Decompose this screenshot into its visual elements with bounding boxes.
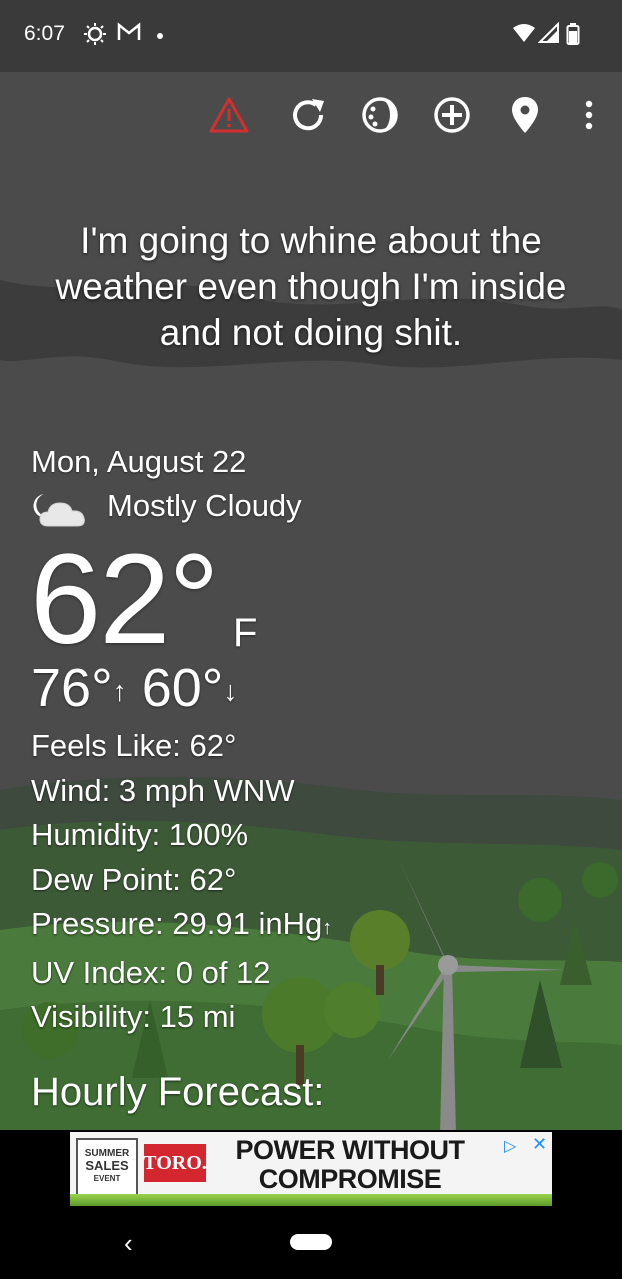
up-arrow-icon: ↑ bbox=[112, 675, 127, 707]
hourly-forecast-heading: Hourly Forecast: bbox=[31, 1070, 325, 1114]
ad-brand-logo: TORO. bbox=[143, 1144, 207, 1182]
weather-quote: I'm going to whine about the weather eve… bbox=[55, 220, 567, 353]
wind: Wind: 3 mph WNW bbox=[31, 772, 295, 808]
alert-warning-icon bbox=[209, 97, 249, 138]
high-temp: 76° bbox=[31, 658, 113, 718]
dew-point: Dew Point: 62° bbox=[31, 861, 237, 897]
current-temperature: 62° bbox=[30, 528, 220, 671]
refresh-button[interactable] bbox=[285, 94, 331, 140]
add-location-icon bbox=[432, 95, 472, 140]
low-temp: 60° bbox=[141, 658, 224, 718]
ad-close-button[interactable]: ✕ bbox=[532, 1134, 547, 1155]
dot-icon bbox=[155, 22, 165, 48]
more-options-button[interactable] bbox=[566, 94, 612, 140]
weather-app: 6:07 I'm going to whine about the weathe… bbox=[0, 0, 622, 1279]
weather-sun-icon bbox=[83, 22, 107, 48]
theme-icon bbox=[360, 95, 400, 140]
high-low-temps: 76°↑ 60°↓ bbox=[31, 658, 237, 722]
current-condition: Mostly Cloudy bbox=[107, 488, 302, 523]
weather-alert-button[interactable] bbox=[206, 94, 252, 140]
pressure-trend-icon: ↑ bbox=[322, 917, 333, 939]
temperature-unit: F bbox=[233, 611, 258, 655]
more-vert-icon bbox=[584, 99, 594, 136]
ad-headline: POWER WITHOUT COMPROMISE bbox=[235, 1135, 465, 1194]
adchoices-icon[interactable]: ▷ bbox=[504, 1136, 516, 1156]
ad-content[interactable]: SUMMER SALES EVENT TORO. POWER WITHOUT C… bbox=[70, 1132, 552, 1206]
ad-sales-badge: SUMMER SALES EVENT bbox=[76, 1138, 138, 1200]
down-arrow-icon: ↓ bbox=[223, 675, 238, 707]
current-date: Mon, August 22 bbox=[31, 444, 247, 479]
weather-details: Feels Like: 62° Wind: 3 mph WNW Humidity… bbox=[31, 724, 332, 1040]
pressure: Pressure: 29.91 inHg bbox=[31, 906, 323, 941]
status-time: 6:07 bbox=[24, 22, 65, 45]
theme-button[interactable] bbox=[357, 94, 403, 140]
humidity: Humidity: 100% bbox=[31, 817, 249, 852]
back-button[interactable]: ‹ bbox=[124, 1228, 133, 1259]
status-bar: 6:07 bbox=[0, 0, 622, 72]
pressure-row: Pressure: 29.91 inHg↑ bbox=[31, 902, 332, 951]
add-location-button[interactable] bbox=[429, 94, 475, 140]
location-button[interactable] bbox=[502, 94, 548, 140]
feels-like: Feels Like: 62° bbox=[31, 728, 237, 763]
navigation-bar: ‹ bbox=[0, 1210, 622, 1279]
location-pin-icon bbox=[510, 95, 540, 140]
battery-icon bbox=[566, 22, 580, 48]
gmail-icon bbox=[117, 22, 141, 48]
home-button[interactable] bbox=[290, 1234, 332, 1250]
ad-banner[interactable]: SUMMER SALES EVENT TORO. POWER WITHOUT C… bbox=[0, 1130, 622, 1210]
uv-index: UV Index: 0 of 12 bbox=[31, 954, 271, 990]
wifi-icon bbox=[512, 22, 536, 48]
signal-icon bbox=[537, 21, 560, 48]
visibility: Visibility: 15 mi bbox=[31, 999, 236, 1034]
refresh-icon bbox=[288, 95, 328, 140]
ad-grass-graphic bbox=[70, 1194, 552, 1206]
